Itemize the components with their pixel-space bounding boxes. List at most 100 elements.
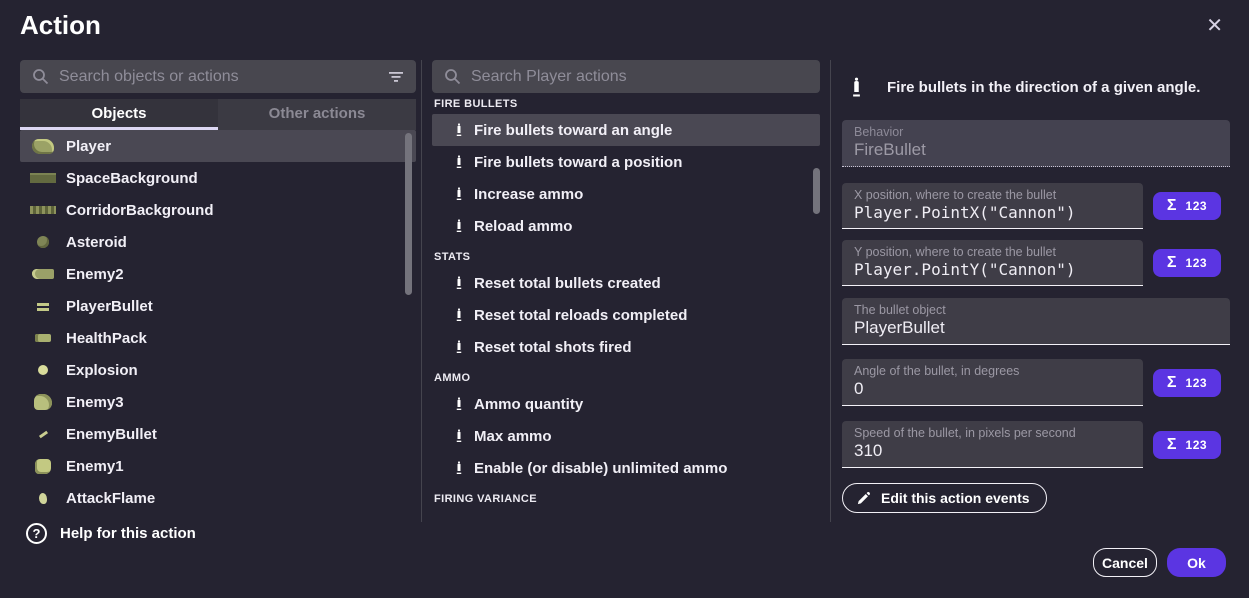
action-item-reload-ammo[interactable]: Reload ammo (432, 210, 820, 242)
tab-objects-label: Objects (91, 105, 146, 122)
action-item-enable-unlimited-ammo[interactable]: Enable (or disable) unlimited ammo (432, 452, 820, 484)
player-sprite-icon (20, 139, 66, 154)
expression-editor-button[interactable]: Σ 123 (1153, 431, 1221, 459)
pencil-icon (856, 491, 871, 506)
object-list-item-healthpack[interactable]: HealthPack (20, 322, 416, 354)
speed-field[interactable]: Speed of the bullet, in pixels per secon… (842, 421, 1143, 468)
action-item-reset-total-shots-fired[interactable]: Reset total shots fired (432, 331, 820, 363)
action-label: Reset total shots fired (462, 339, 632, 356)
close-icon[interactable]: ✕ (1206, 16, 1223, 36)
object-label: PlayerBullet (66, 298, 153, 315)
action-item-reset-total-reloads-completed[interactable]: Reset total reloads completed (432, 299, 820, 331)
objects-search-box[interactable] (20, 60, 416, 93)
object-list-item-enemy3[interactable]: Enemy3 (20, 386, 416, 418)
help-label: Help for this action (60, 525, 196, 542)
object-list-item-playerbullet[interactable]: PlayerBullet (20, 290, 416, 322)
object-label: HealthPack (66, 330, 147, 347)
corridorbackground-sprite-icon (20, 206, 66, 214)
object-list-item-asteroid[interactable]: Asteroid (20, 226, 416, 258)
x-position-field[interactable]: X position, where to create the bullet P… (842, 183, 1143, 229)
object-list-item-enemy1[interactable]: Enemy1 (20, 450, 416, 482)
object-list-scrollbar[interactable] (405, 133, 412, 295)
objects-search-input[interactable] (59, 68, 378, 86)
action-label: Max ammo (462, 428, 552, 445)
action-label: Ammo quantity (462, 396, 583, 413)
object-label: Enemy1 (66, 458, 124, 475)
bullet-icon (432, 338, 462, 356)
field-label: X position, where to create the bullet (854, 188, 1131, 202)
page-title: Action (20, 10, 101, 41)
explosion-sprite-icon (20, 365, 66, 375)
action-parameters-panel: Fire bullets in the direction of a given… (842, 60, 1232, 513)
numbers-icon: 123 (1186, 438, 1208, 452)
field-value[interactable]: 0 (854, 379, 1131, 399)
column-divider (830, 60, 831, 522)
field-label: Y position, where to create the bullet (854, 245, 1131, 259)
action-list-scrollbar[interactable] (813, 168, 820, 214)
action-label: Reset total bullets created (462, 275, 661, 292)
object-list-item-player[interactable]: Player (20, 130, 416, 162)
actions-search-input[interactable] (471, 68, 808, 86)
field-value[interactable]: 310 (854, 441, 1131, 461)
expression-editor-button[interactable]: Σ 123 (1153, 249, 1221, 277)
sigma-icon: Σ (1167, 198, 1177, 214)
object-label: CorridorBackground (66, 202, 214, 219)
action-group-header: FIRE BULLETS (432, 92, 820, 114)
numbers-icon: 123 (1186, 256, 1208, 270)
bullet-icon (432, 459, 462, 477)
help-for-this-action[interactable]: ? Help for this action (26, 523, 196, 544)
tab-other-actions-label: Other actions (269, 105, 366, 122)
edit-action-events-button[interactable]: Edit this action events (842, 483, 1047, 513)
object-list-item-enemy2[interactable]: Enemy2 (20, 258, 416, 290)
tab-other-actions[interactable]: Other actions (218, 99, 416, 130)
object-label: Asteroid (66, 234, 127, 251)
action-group-header: FIRING VARIANCE (432, 484, 820, 509)
object-list: Player SpaceBackground CorridorBackgroun… (20, 130, 416, 520)
angle-field[interactable]: Angle of the bullet, in degrees 0 (842, 359, 1143, 406)
sigma-icon: Σ (1167, 375, 1177, 391)
field-value[interactable]: PlayerBullet (854, 318, 1218, 338)
field-label: Speed of the bullet, in pixels per secon… (854, 426, 1131, 440)
action-item-max-ammo[interactable]: Max ammo (432, 420, 820, 452)
object-label: EnemyBullet (66, 426, 157, 443)
expression-editor-button[interactable]: Σ 123 (1153, 192, 1221, 220)
search-icon (444, 68, 461, 85)
action-group-header: STATS (432, 242, 820, 267)
object-list-item-spacebackground[interactable]: SpaceBackground (20, 162, 416, 194)
action-label: Reload ammo (462, 218, 572, 235)
attackflame-sprite-icon (20, 493, 66, 504)
actions-search-box[interactable] (432, 60, 820, 93)
action-item-reset-total-bullets-created[interactable]: Reset total bullets created (432, 267, 820, 299)
object-label: SpaceBackground (66, 170, 198, 187)
help-glyph: ? (33, 526, 41, 541)
field-label: Behavior (854, 125, 1218, 139)
numbers-icon: 123 (1186, 376, 1208, 390)
field-value[interactable]: Player.PointX("Cannon") (854, 203, 1131, 222)
ok-button[interactable]: Ok (1167, 548, 1226, 577)
action-item-ammo-quantity[interactable]: Ammo quantity (432, 388, 820, 420)
expression-editor-button[interactable]: Σ 123 (1153, 369, 1221, 397)
edit-action-events-label: Edit this action events (881, 490, 1030, 506)
tab-objects[interactable]: Objects (20, 99, 218, 130)
cancel-button[interactable]: Cancel (1093, 548, 1157, 577)
action-description-text: Fire bullets in the direction of a given… (887, 79, 1200, 96)
object-list-item-explosion[interactable]: Explosion (20, 354, 416, 386)
object-list-item-attackflame[interactable]: AttackFlame (20, 482, 416, 514)
action-label: Increase ammo (462, 186, 583, 203)
object-list-item-enemybullet[interactable]: EnemyBullet (20, 418, 416, 450)
object-list-item-corridorbackground[interactable]: CorridorBackground (20, 194, 416, 226)
action-item-fire-bullets-toward-an-angle[interactable]: Fire bullets toward an angle (432, 114, 820, 146)
action-label: Enable (or disable) unlimited ammo (462, 460, 727, 477)
action-item-increase-ammo[interactable]: Increase ammo (432, 178, 820, 210)
numbers-icon: 123 (1186, 199, 1208, 213)
bullet-icon (432, 306, 462, 324)
bullet-icon (852, 77, 861, 98)
bullet-icon (432, 121, 462, 139)
field-value[interactable]: Player.PointY("Cannon") (854, 260, 1131, 279)
sigma-icon: Σ (1167, 255, 1177, 271)
filter-icon[interactable] (388, 71, 404, 83)
action-item-fire-bullets-toward-a-position[interactable]: Fire bullets toward a position (432, 146, 820, 178)
bullet-object-field[interactable]: The bullet object PlayerBullet (842, 298, 1230, 345)
y-position-field[interactable]: Y position, where to create the bullet P… (842, 240, 1143, 286)
enemy1-sprite-icon (20, 459, 66, 474)
